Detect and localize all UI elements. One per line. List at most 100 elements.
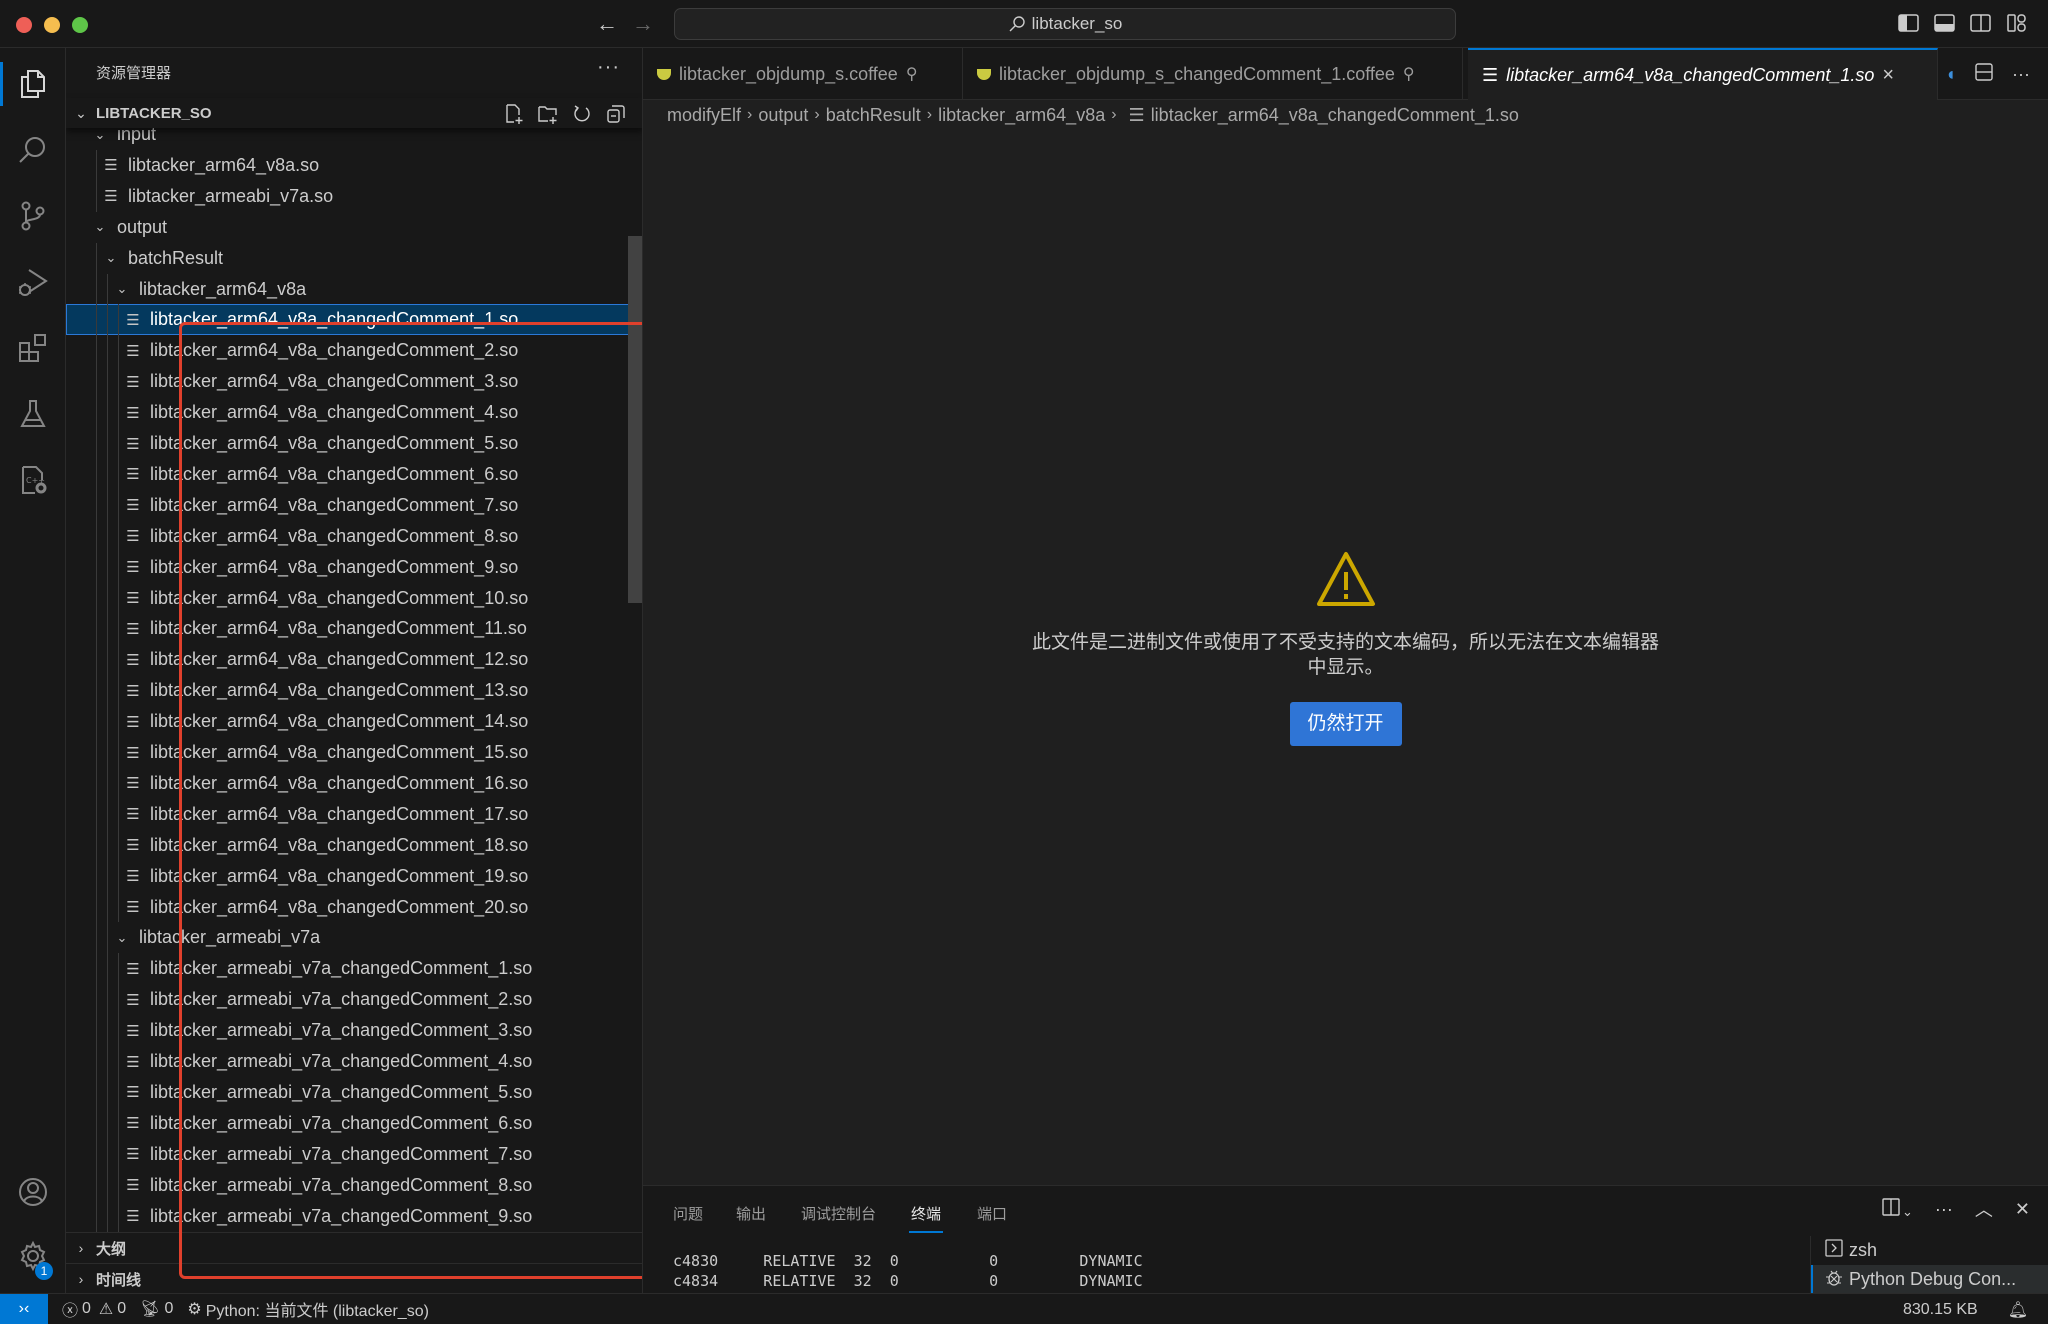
tree-file[interactable]: ☰ libtacker_arm64_v8a_changedComment_1.so — [66, 304, 642, 336]
tree-folder[interactable]: ⌄ libtacker_arm64_v8a — [66, 274, 642, 305]
tree-file[interactable]: ☰ libtacker_arm64_v8a_changedComment_16.s… — [66, 768, 642, 799]
more-actions-icon[interactable]: ··· — [597, 56, 620, 79]
tree-file[interactable]: ☰ libtacker_arm64_v8a_changedComment_8.so — [66, 521, 642, 552]
extensions-icon[interactable] — [0, 318, 66, 378]
tree-file[interactable]: ☰ libtacker_arm64_v8a_changedComment_15.s… — [66, 737, 642, 768]
new-folder-icon[interactable] — [537, 103, 559, 125]
tab-debug-console[interactable]: 调试控制台 — [801, 1203, 876, 1224]
file-text-icon: ☰ — [126, 744, 140, 762]
breadcrumb-item[interactable]: batchResult — [826, 105, 921, 126]
tree-file[interactable]: ☰ libtacker_arm64_v8a.so — [66, 150, 642, 181]
tree-file[interactable]: ☰ libtacker_arm64_v8a_changedComment_5.so — [66, 428, 642, 459]
problems-status[interactable]: ⓧ 0 ⚠ 0 — [62, 1297, 126, 1321]
breadcrumb-item[interactable]: libtacker_arm64_v8a — [938, 105, 1105, 126]
tree-file[interactable]: ☰ libtacker_armeabi_v7a_changedComment_7.… — [66, 1139, 642, 1170]
tree-file[interactable]: ☰ libtacker_armeabi_v7a_changedComment_9.… — [66, 1201, 642, 1232]
remote-indicator-icon[interactable]: ›‹ — [0, 1293, 48, 1324]
new-file-icon[interactable] — [503, 103, 525, 125]
cpp-config-icon[interactable]: C++ — [0, 450, 66, 510]
debug-config-status[interactable]: ⚙ Python: 当前文件 (libtacker_so) — [187, 1297, 429, 1321]
tree-file[interactable]: ☰ libtacker_arm64_v8a_changedComment_7.so — [66, 490, 642, 521]
accounts-icon[interactable] — [0, 1162, 66, 1222]
tree-folder[interactable]: ⌄ batchResult — [66, 243, 642, 274]
refresh-icon[interactable] — [571, 103, 593, 125]
back-arrow-icon[interactable]: ← — [596, 10, 618, 38]
tree-file[interactable]: ☰ libtacker_arm64_v8a_changedComment_12.s… — [66, 644, 642, 675]
file-text-icon: ☰ — [126, 342, 140, 360]
terminal-item-python-debug[interactable]: Python Debug Con... — [1811, 1265, 2048, 1294]
tree-file[interactable]: ☰ libtacker_arm64_v8a_changedComment_10.s… — [66, 583, 642, 614]
sidebar-scrollbar[interactable] — [628, 236, 642, 603]
run-and-debug-icon[interactable] — [0, 252, 66, 312]
tab-objdump-coffee[interactable]: libtacker_objdump_s.coffee ⚲ — [643, 48, 963, 100]
search-icon[interactable] — [0, 120, 66, 180]
panel-more-icon[interactable]: ··· — [1935, 1199, 1953, 1220]
tree-file[interactable]: ☰ libtacker_armeabi_v7a.so — [66, 181, 642, 212]
tree-folder[interactable]: ⌄ libtacker_armeabi_v7a — [66, 922, 642, 953]
timeline-section-header[interactable]: › 时间线 — [66, 1263, 642, 1293]
pin-icon[interactable]: ⚲ — [1403, 64, 1415, 84]
tree-file[interactable]: ☰ libtacker_arm64_v8a_changedComment_2.so — [66, 335, 642, 366]
tree-file[interactable]: ☰ libtacker_armeabi_v7a_changedComment_8.… — [66, 1170, 642, 1201]
tree-file[interactable]: ☰ libtacker_arm64_v8a_changedComment_20.s… — [66, 892, 642, 923]
toggle-panel-icon[interactable] — [1934, 13, 1956, 33]
breadcrumb-item[interactable]: output — [758, 105, 808, 126]
tree-file[interactable]: ☰ libtacker_armeabi_v7a_changedComment_1.… — [66, 953, 642, 984]
tree-file[interactable]: ☰ libtacker_arm64_v8a_changedComment_9.so — [66, 552, 642, 583]
outline-section-header[interactable]: › 大纲 — [66, 1232, 642, 1263]
pin-icon[interactable]: ⚲ — [906, 64, 918, 84]
ports-status[interactable]: 📡︎ 0 — [140, 1299, 173, 1319]
breadcrumb-item[interactable]: modifyElf — [667, 105, 741, 126]
tree-file[interactable]: ☰ libtacker_arm64_v8a_changedComment_3.so — [66, 366, 642, 397]
forward-arrow-icon[interactable]: → — [632, 10, 654, 38]
tab-objdump-changed-coffee[interactable]: libtacker_objdump_s_changedComment_1.cof… — [963, 48, 1463, 100]
toggle-primary-sidebar-icon[interactable] — [1898, 13, 1920, 33]
command-center-search[interactable]: libtacker_so — [674, 8, 1456, 40]
tab-active-so-file[interactable]: ☰ libtacker_arm64_v8a_changedComment_1.s… — [1468, 48, 1938, 101]
file-size[interactable]: 830.15 KB — [1903, 1301, 1978, 1319]
tree-file[interactable]: ☰ libtacker_arm64_v8a_changedComment_18.s… — [66, 830, 642, 861]
tree-file[interactable]: ☰ libtacker_arm64_v8a_changedComment_6.so — [66, 459, 642, 490]
close-tab-icon[interactable]: × — [1882, 64, 1894, 87]
collapse-all-icon[interactable] — [605, 103, 627, 125]
terminal-item-zsh[interactable]: zsh — [1811, 1236, 2048, 1265]
tree-file[interactable]: ☰ libtacker_arm64_v8a_changedComment_14.s… — [66, 706, 642, 737]
tree-file[interactable]: ☰ libtacker_armeabi_v7a_changedComment_3.… — [66, 1015, 642, 1046]
split-editor-icon[interactable] — [1974, 62, 1994, 87]
maximize-window-button[interactable] — [72, 17, 88, 33]
testing-icon[interactable] — [0, 384, 66, 444]
minimize-window-button[interactable] — [44, 17, 60, 33]
python-run-icon[interactable]: ◖ — [1945, 64, 1956, 85]
tree-file[interactable]: ☰ libtacker_armeabi_v7a_changedComment_4.… — [66, 1046, 642, 1077]
editor-more-actions-icon[interactable]: ··· — [2012, 64, 2030, 85]
notifications-bell-icon[interactable]: 🔔︎ — [2008, 1300, 2028, 1320]
close-panel-icon[interactable]: ✕ — [2015, 1199, 2030, 1220]
tree-file[interactable]: ☰ libtacker_arm64_v8a_changedComment_19.s… — [66, 861, 642, 892]
open-anyway-button[interactable]: 仍然打开 — [1289, 702, 1402, 746]
customize-layout-icon[interactable] — [2006, 13, 2028, 33]
split-terminal-icon[interactable]: ⌄ — [1882, 1197, 1913, 1221]
tab-problems[interactable]: 问题 — [673, 1203, 703, 1224]
breadcrumb-item[interactable]: libtacker_arm64_v8a_changedComment_1.so — [1151, 105, 1519, 126]
tree-file[interactable]: ☰ libtacker_arm64_v8a_changedComment_17.s… — [66, 799, 642, 830]
tab-terminal[interactable]: 终端 — [908, 1203, 944, 1233]
tab-ports[interactable]: 端口 — [977, 1203, 1007, 1224]
tree-file[interactable]: ☰ libtacker_armeabi_v7a_changedComment_6.… — [66, 1108, 642, 1139]
manage-gear-icon[interactable]: 1 — [0, 1226, 66, 1286]
tree-item-label: libtacker_armeabi_v7a_changedComment_9.s… — [150, 1205, 533, 1226]
tree-file[interactable]: ☰ libtacker_arm64_v8a_changedComment_4.so — [66, 397, 642, 428]
terminal-output[interactable]: c4830 RELATIVE 32 0 0 DYNAMIC c4834 RELAT… — [673, 1251, 1143, 1291]
maximize-panel-icon[interactable]: ︿ — [1975, 1196, 1993, 1222]
toggle-secondary-sidebar-icon[interactable] — [1970, 13, 1992, 33]
chevron-down-icon[interactable]: ⌄ — [1902, 1204, 1913, 1219]
tree-file[interactable]: ☰ libtacker_arm64_v8a_changedComment_11.s… — [66, 613, 642, 644]
tree-file[interactable]: ☰ libtacker_armeabi_v7a_changedComment_5.… — [66, 1077, 642, 1108]
tree-folder[interactable]: ⌄ output — [66, 212, 642, 243]
tree-file[interactable]: ☰ libtacker_armeabi_v7a_changedComment_2.… — [66, 984, 642, 1015]
tab-output[interactable]: 输出 — [736, 1203, 766, 1224]
tree-file[interactable]: ☰ libtacker_arm64_v8a_changedComment_13.s… — [66, 675, 642, 706]
close-window-button[interactable] — [16, 17, 32, 33]
explorer-icon[interactable] — [0, 54, 66, 114]
workspace-section-header[interactable]: ⌄ LIBTACKER_SO — [66, 98, 642, 128]
source-control-icon[interactable] — [0, 186, 66, 246]
